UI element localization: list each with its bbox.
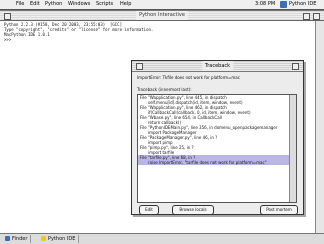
- collapse-box-icon[interactable]: [313, 13, 320, 20]
- traceback-entry[interactable]: File "Wapplication.py", line 462, in dis…: [138, 105, 296, 115]
- window-titlebar[interactable]: Python Interactive: [0, 11, 324, 21]
- finder-tab-label: Finder: [12, 236, 28, 242]
- python-ide-tab-label: Python IDE: [48, 236, 76, 242]
- traceback-title: Traceback: [201, 61, 234, 71]
- menu-windows[interactable]: Windows: [68, 0, 90, 9]
- browse-locals-button[interactable]: Browse locals: [172, 205, 214, 215]
- console-prompt[interactable]: >>>: [4, 37, 304, 42]
- application-menu[interactable]: Python IDE: [289, 0, 316, 9]
- traceback-entry-selected[interactable]: File "tarfile.py", line 68, in ? raise I…: [138, 155, 296, 165]
- finder-icon: [5, 236, 10, 241]
- traceback-heading: Traceback (innermost last):: [137, 87, 192, 92]
- menubar-clock[interactable]: 3:08 PM: [255, 0, 275, 9]
- console-output[interactable]: Python 2.2.3 (#158, Dec 20 2003, 23:55:0…: [4, 22, 304, 42]
- application-tabs: Finder Python IDE: [0, 233, 324, 244]
- menu-edit[interactable]: Edit: [30, 0, 40, 9]
- error-message: ImportError: Tkfile does not work for pl…: [137, 75, 240, 80]
- python-icon: [41, 236, 46, 241]
- menu-help[interactable]: Help: [120, 0, 131, 9]
- menu-bar: File Edit Python Windows Scripts Help 3:…: [0, 0, 324, 10]
- python-app-icon[interactable]: [280, 1, 287, 8]
- menu-python[interactable]: Python: [45, 0, 62, 9]
- close-box-icon[interactable]: [4, 13, 11, 20]
- finder-tab[interactable]: Finder: [2, 235, 32, 243]
- traceback-entry[interactable]: File "Wbase.py", line 654, in CallbackCa…: [138, 115, 296, 125]
- menu-scripts[interactable]: Scripts: [96, 0, 113, 9]
- traceback-entry[interactable]: File "PythonIDEMain.py", line 356, in do…: [138, 125, 296, 135]
- traceback-entry[interactable]: File "pimp.py", line 25, in ? import tar…: [138, 145, 296, 155]
- zoom-box-icon[interactable]: [303, 13, 310, 20]
- vertical-scrollbar[interactable]: [315, 21, 324, 235]
- traceback-entry[interactable]: File "PackageManager.py", line 46, in ? …: [138, 135, 296, 145]
- python-ide-tab[interactable]: Python IDE: [38, 235, 80, 243]
- close-box-icon[interactable]: [136, 63, 143, 70]
- post-mortem-button[interactable]: Post mortem: [260, 205, 298, 215]
- traceback-scrollbar[interactable]: [289, 95, 296, 202]
- collapse-box-icon[interactable]: [292, 63, 299, 70]
- traceback-titlebar[interactable]: Traceback: [132, 61, 303, 72]
- traceback-code: raise ImportError, "tarfile does not wor…: [148, 160, 267, 165]
- window-title: Python Interactive: [136, 11, 188, 20]
- edit-button[interactable]: Edit: [139, 205, 159, 215]
- traceback-list[interactable]: File "Wapplication.py", line 445, in dis…: [137, 94, 297, 203]
- menu-file[interactable]: File: [16, 0, 24, 9]
- traceback-entry[interactable]: File "Wapplication.py", line 445, in dis…: [138, 95, 296, 105]
- traceback-window: Traceback ImportError: Tkfile does not w…: [131, 60, 304, 215]
